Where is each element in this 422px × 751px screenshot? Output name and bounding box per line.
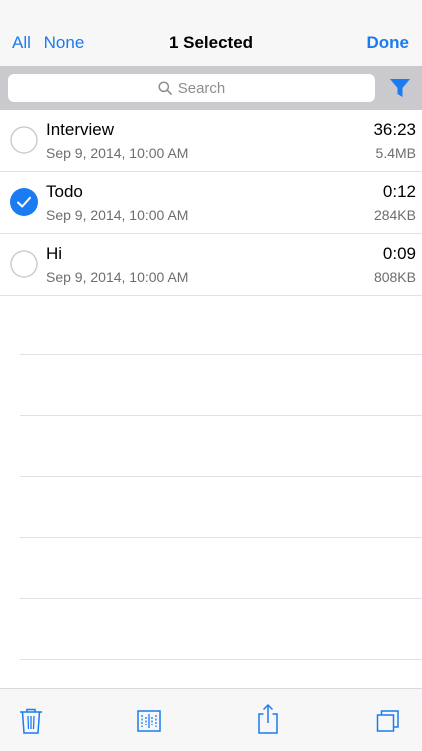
- done-button[interactable]: Done: [367, 33, 410, 53]
- selection-circle-icon[interactable]: [10, 126, 38, 154]
- list-item[interactable]: Interview Sep 9, 2014, 10:00 AM 36:23 5.…: [0, 110, 422, 172]
- search-bar: Search: [0, 66, 422, 110]
- bottom-toolbar: [0, 688, 422, 751]
- list-divider: [20, 537, 422, 538]
- page-title: 1 Selected: [168, 33, 254, 52]
- search-input[interactable]: Search: [8, 74, 375, 102]
- list-divider: [20, 354, 422, 355]
- waveform-edit-icon[interactable]: [137, 707, 161, 735]
- list-divider: [20, 476, 422, 477]
- recording-date: Sep 9, 2014, 10:00 AM: [46, 269, 189, 285]
- recording-name: Hi: [46, 244, 63, 263]
- recording-name: Interview: [46, 120, 115, 139]
- duplicate-icon[interactable]: [376, 707, 400, 735]
- recording-name: Todo: [46, 182, 83, 201]
- filter-icon[interactable]: [389, 77, 411, 99]
- recording-size: 808KB: [373, 269, 416, 285]
- trash-icon[interactable]: [18, 707, 44, 735]
- recording-size: 5.4MB: [375, 145, 416, 161]
- list-divider: [20, 415, 422, 416]
- recording-duration: 0:09: [382, 244, 416, 263]
- selection-circle-icon[interactable]: [10, 250, 38, 278]
- navigation-bar: All None 1 Selected Done: [0, 0, 422, 66]
- recordings-list: Interview Sep 9, 2014, 10:00 AM 36:23 5.…: [0, 110, 422, 296]
- recording-date: Sep 9, 2014, 10:00 AM: [46, 207, 189, 223]
- list-item[interactable]: Hi Sep 9, 2014, 10:00 AM 0:09 808KB: [0, 234, 422, 296]
- search-icon: [158, 81, 172, 95]
- share-icon[interactable]: [255, 703, 281, 735]
- recording-duration: 0:12: [382, 182, 416, 201]
- list-divider: [20, 598, 422, 599]
- list-divider: [20, 659, 422, 660]
- recording-size: 284KB: [373, 207, 416, 223]
- list-item[interactable]: Todo Sep 9, 2014, 10:00 AM 0:12 284KB: [0, 172, 422, 234]
- recording-date: Sep 9, 2014, 10:00 AM: [46, 145, 189, 161]
- checkmark-selected-icon[interactable]: [10, 188, 38, 216]
- recording-duration: 36:23: [373, 120, 416, 139]
- search-placeholder: Search: [177, 79, 226, 97]
